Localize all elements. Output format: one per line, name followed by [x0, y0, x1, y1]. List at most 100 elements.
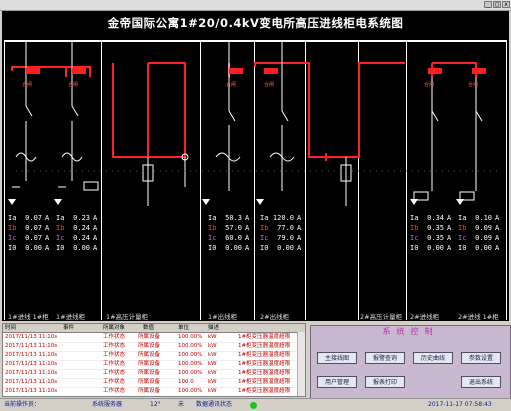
- cell: kW: [208, 370, 217, 376]
- cell: 工作状态: [103, 334, 126, 340]
- cell: 1#柜变压器温度超限: [238, 370, 291, 376]
- event-table-scrollbar[interactable]: [297, 332, 305, 396]
- event-log-table[interactable]: 时间 事件 所属对象 数值 单位 描述 2017/11/13 11:10s 工作状…: [2, 323, 306, 397]
- feeder-name-3: 1#高压计量柜: [106, 313, 149, 321]
- unit: A: [245, 244, 250, 252]
- breaker-indicator-2: [72, 68, 86, 74]
- minimize-button[interactable]: _: [484, 1, 492, 8]
- cell: 工作状态: [103, 361, 126, 367]
- ia-value: 0.10: [475, 214, 492, 222]
- cell: kW: [208, 352, 217, 358]
- ic-value: 0.24: [73, 234, 90, 242]
- cell: kW: [208, 343, 217, 349]
- i0-label: I0: [56, 244, 65, 252]
- cell: 1#柜变压器温度超限: [238, 379, 291, 385]
- unit: A: [245, 214, 250, 222]
- comm-status-label: 数据通讯状态: [196, 401, 233, 408]
- main-diagram-button[interactable]: 主接线图: [317, 352, 357, 364]
- ic-value: 0.09: [475, 234, 492, 242]
- cell: 所属设备: [138, 334, 161, 340]
- cell: 1#柜变压器温度超限: [238, 334, 291, 340]
- cell: 100.00%: [178, 388, 203, 394]
- cell: kW: [208, 388, 217, 394]
- unit: A: [245, 234, 250, 242]
- app-window: _ □ x 金帝国际公寓1#20/0.4kV变电所高压进线柜电系统图 合闸 合闸…: [0, 0, 511, 411]
- unit: A: [93, 224, 98, 232]
- breaker-indicator-5: [264, 68, 278, 74]
- alarm-query-button[interactable]: 报警查询: [365, 352, 405, 364]
- cell: 所属设备: [138, 370, 161, 376]
- temperature-value: 12°: [150, 401, 161, 408]
- report-print-button[interactable]: 报表打印: [365, 376, 405, 388]
- minimize-icon: _: [486, 1, 490, 8]
- unit: A: [447, 224, 452, 232]
- ib-label: Ib: [260, 224, 269, 232]
- comm-status-led-icon: [250, 402, 257, 409]
- unit: A: [447, 244, 452, 252]
- unit: A: [93, 214, 98, 222]
- history-curve-button[interactable]: 历史曲线: [413, 352, 453, 364]
- ib-value: 57.0: [225, 224, 242, 232]
- ic-value: 60.0: [225, 234, 242, 242]
- control-panel: 系统控制 主接线图 报警查询 历史曲线 参数设置 用户管理 报表打印 退出系统: [310, 325, 511, 399]
- feeder-2-measurements: Ia 0.23 A Ib 0.24 A Ic 0.24 A I0 0.00 A: [56, 213, 102, 275]
- ic-value: 0.07: [25, 234, 42, 242]
- cell: 所属设备: [138, 379, 161, 385]
- ib-value: 77.0: [277, 224, 294, 232]
- feeder-8-measurements: Ia 0.10 A Ib 0.09 A Ic 0.09 A I0 0.00 A: [458, 213, 504, 275]
- cell: 工作状态: [103, 352, 126, 358]
- unit: A: [297, 224, 302, 232]
- cell: 100.0: [178, 379, 194, 385]
- ib-label: Ib: [410, 224, 419, 232]
- bottom-panel: 时间 事件 所属对象 数值 单位 描述 2017/11/13 11:10s 工作状…: [0, 321, 511, 399]
- title-bar: _ □ x: [0, 0, 511, 11]
- cell: 2017/11/13 11:10s: [5, 343, 58, 349]
- cell: 2017/11/13 11:10s: [5, 334, 58, 340]
- user-management-button[interactable]: 用户管理: [317, 376, 357, 388]
- feeder-4-measurements: Ia 50.3 A Ib 57.0 A Ic 60.0 A I0 0.00 A: [208, 213, 254, 275]
- cell: 100.00%: [178, 334, 203, 340]
- i0-value: 0.00: [277, 244, 294, 252]
- feeder-name-6: 2#高压计量柜: [360, 313, 403, 321]
- i0-label: I0: [260, 244, 269, 252]
- feeder-1-measurements: Ia 0.07 A Ib 0.07 A Ic 0.07 A I0 0.00 A: [8, 213, 54, 275]
- maximize-button[interactable]: □: [493, 1, 501, 8]
- unit: A: [297, 234, 302, 242]
- ib-label: Ib: [56, 224, 65, 232]
- col-header: 数值: [143, 325, 155, 331]
- operator-label: 当前操作员：: [4, 401, 41, 408]
- exit-system-button[interactable]: 退出系统: [461, 376, 501, 388]
- connection-state: 未: [178, 401, 185, 408]
- unit: A: [447, 214, 452, 222]
- cell: 1#柜变压器温度超限: [238, 352, 291, 358]
- close-button[interactable]: x: [502, 1, 510, 8]
- ib-value: 0.07: [25, 224, 42, 232]
- ia-label: Ia: [260, 214, 269, 222]
- table-row[interactable]: 2017/11/13 11:10s 工作状态 所属设备 100.00% kW 1#柜变压器…: [3, 387, 305, 396]
- ib-label: Ib: [208, 224, 217, 232]
- unit: A: [45, 244, 50, 252]
- breaker-label-5: 合闸: [264, 82, 275, 88]
- i0-label: I0: [208, 244, 217, 252]
- single-line-diagram: 金帝国际公寓1#20/0.4kV变电所高压进线柜电系统图 合闸 合闸 合闸 合闸…: [2, 11, 509, 321]
- cell: 1#柜变压器温度超限: [238, 361, 291, 367]
- breaker-indicator-1: [26, 68, 40, 74]
- cell: 所属设备: [138, 361, 161, 367]
- i0-value: 0.00: [475, 244, 492, 252]
- col-header: 事件: [63, 325, 75, 331]
- ic-label: Ic: [56, 234, 65, 242]
- feeder-7-measurements: Ia 0.34 A Ib 0.35 A Ic 0.35 A I0 0.00 A: [410, 213, 456, 275]
- cell: 工作状态: [103, 388, 126, 394]
- cell: kW: [208, 379, 217, 385]
- unit: A: [495, 234, 500, 242]
- breaker-label-1: 合闸: [22, 82, 33, 88]
- ia-label: Ia: [56, 214, 65, 222]
- breaker-indicator-8: [472, 68, 486, 74]
- control-panel-title: 系统控制: [382, 327, 439, 336]
- ia-value: 120.0: [272, 214, 294, 222]
- ia-value: 0.34: [427, 214, 444, 222]
- energized-lines: [11, 62, 477, 161]
- parameter-settings-button[interactable]: 参数设置: [461, 352, 501, 364]
- unit: A: [297, 214, 302, 222]
- col-header: 时间: [5, 325, 17, 331]
